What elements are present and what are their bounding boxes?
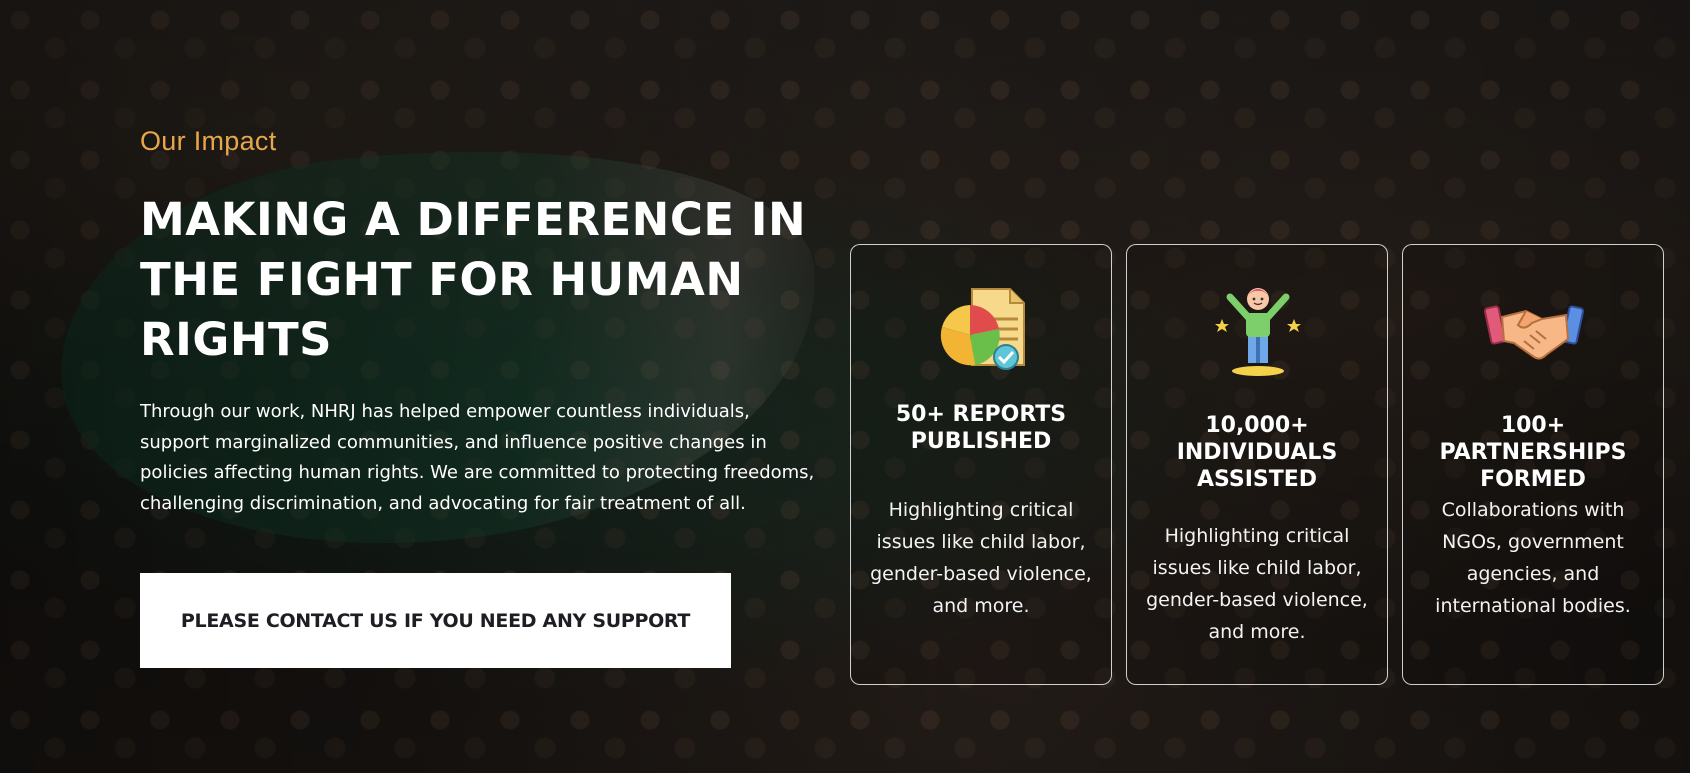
section-eyebrow: Our Impact (140, 126, 277, 156)
stat-title: 100+ PARTNERSHIPS FORMED (1439, 413, 1627, 492)
stat-card-individuals: 10,000+ INDIVIDUALS ASSISTED Highlightin… (1126, 244, 1388, 685)
person-celebrating-icon (1215, 288, 1301, 376)
stat-card-reports: 50+ REPORTS PUBLISHED Highlighting criti… (850, 244, 1112, 685)
report-chart-icon (940, 288, 1025, 370)
contact-support-button[interactable]: PLEASE CONTACT US IF YOU NEED ANY SUPPOR… (140, 573, 731, 668)
stat-description: Collaborations with NGOs, government age… (1435, 499, 1631, 617)
section-description: Through our work, NHRJ has helped empowe… (140, 401, 815, 514)
handshake-icon (1484, 305, 1584, 360)
impact-section: Our Impact MAKING A DIFFERENCE IN THE FI… (0, 0, 1690, 773)
stat-title: 10,000+ INDIVIDUALS ASSISTED (1176, 413, 1338, 492)
section-headline: MAKING A DIFFERENCE IN THE FIGHT FOR HUM… (140, 193, 807, 366)
stat-description: Highlighting critical issues like child … (1146, 525, 1368, 643)
stat-description: Highlighting critical issues like child … (870, 499, 1092, 617)
stat-title: 50+ REPORTS PUBLISHED (895, 402, 1067, 454)
stat-card-partnerships: 100+ PARTNERSHIPS FORMED Collaborations … (1402, 244, 1664, 685)
